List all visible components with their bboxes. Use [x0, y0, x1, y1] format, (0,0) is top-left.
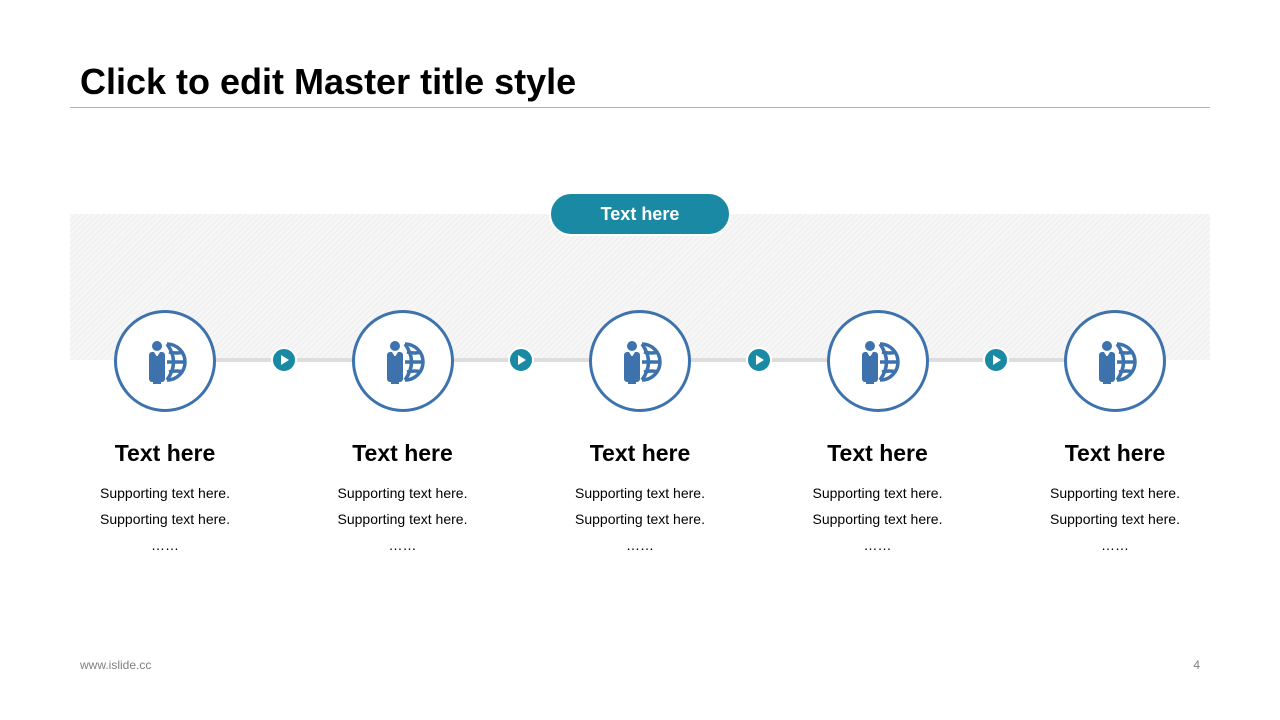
step-title[interactable]: Text here	[55, 438, 275, 468]
step-supporting-text[interactable]: Supporting text here.	[293, 480, 513, 506]
step-supporting-text[interactable]: Supporting text here.	[530, 480, 750, 506]
step-1-text: Text here Supporting text here. Supporti…	[55, 438, 275, 558]
banner-pill[interactable]: Text here	[549, 192, 731, 236]
play-arrow-icon	[993, 355, 1001, 365]
connector-arrow-4	[983, 347, 1009, 373]
step-ellipsis[interactable]: ……	[55, 532, 275, 558]
connector-arrow-2	[508, 347, 534, 373]
page-number: 4	[1193, 658, 1200, 672]
step-supporting-text[interactable]: Supporting text here.	[768, 480, 988, 506]
businessman-globe-icon	[386, 341, 425, 384]
step-supporting-text[interactable]: Supporting text here.	[55, 480, 275, 506]
step-4-node[interactable]	[826, 310, 929, 412]
step-3-text: Text here Supporting text here. Supporti…	[530, 438, 750, 558]
step-ellipsis[interactable]: ……	[1005, 532, 1225, 558]
title-divider	[70, 107, 1210, 108]
step-ellipsis[interactable]: ……	[530, 532, 750, 558]
step-5-text: Text here Supporting text here. Supporti…	[1005, 438, 1225, 558]
step-1-node[interactable]	[114, 310, 216, 412]
step-4-text: Text here Supporting text here. Supporti…	[768, 438, 988, 558]
step-ellipsis[interactable]: ……	[768, 532, 988, 558]
step-2-text: Text here Supporting text here. Supporti…	[293, 438, 513, 558]
connector-arrow-1	[271, 347, 297, 373]
step-supporting-text[interactable]: Supporting text here.	[1005, 480, 1225, 506]
step-title[interactable]: Text here	[293, 438, 513, 468]
slide-title[interactable]: Click to edit Master title style	[80, 60, 576, 104]
step-title[interactable]: Text here	[1005, 438, 1225, 468]
connector-arrow-3	[746, 347, 772, 373]
step-title[interactable]: Text here	[530, 438, 750, 468]
play-arrow-icon	[518, 355, 526, 365]
footer-website: www.islide.cc	[80, 658, 152, 672]
step-title[interactable]: Text here	[768, 438, 988, 468]
step-supporting-text[interactable]: Supporting text here.	[530, 506, 750, 532]
businessman-globe-icon	[1099, 341, 1137, 384]
step-supporting-text[interactable]: Supporting text here.	[768, 506, 988, 532]
businessman-globe-icon	[861, 341, 900, 384]
play-arrow-icon	[281, 355, 289, 365]
businessman-globe-icon	[624, 341, 662, 384]
step-ellipsis[interactable]: ……	[293, 532, 513, 558]
step-2-node[interactable]	[351, 310, 454, 412]
step-5-node[interactable]	[1064, 310, 1166, 412]
step-supporting-text[interactable]: Supporting text here.	[55, 506, 275, 532]
businessman-globe-icon	[149, 341, 187, 384]
step-3-node[interactable]	[589, 310, 691, 412]
step-supporting-text[interactable]: Supporting text here.	[293, 506, 513, 532]
step-supporting-text[interactable]: Supporting text here.	[1005, 506, 1225, 532]
play-arrow-icon	[756, 355, 764, 365]
banner-label: Text here	[600, 203, 680, 224]
